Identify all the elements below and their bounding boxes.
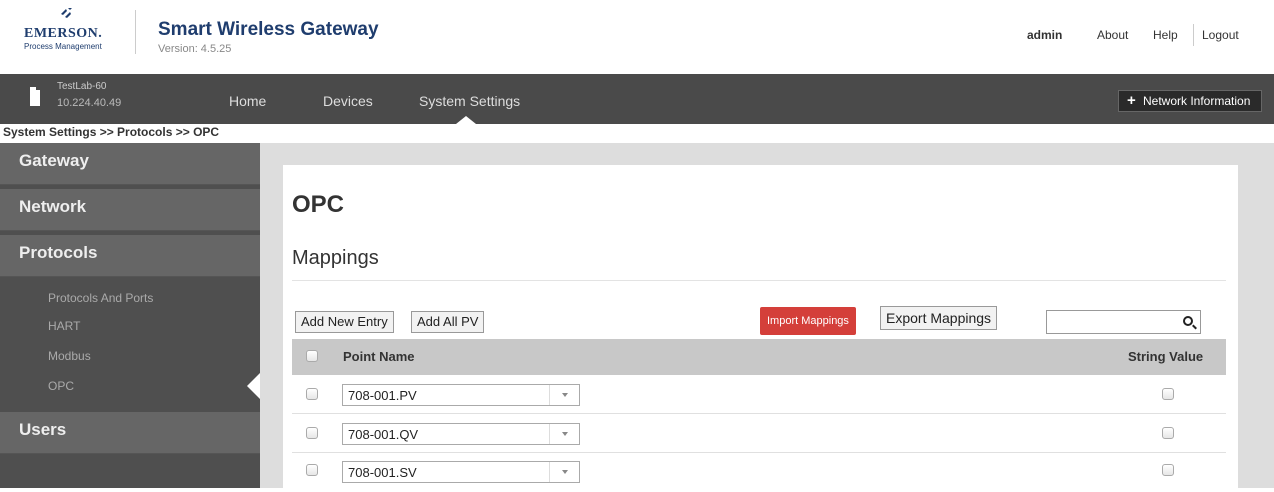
header-link-separator <box>1193 24 1194 46</box>
column-string-value: String Value <box>1128 349 1204 364</box>
app-version: Version: 4.5.25 <box>158 43 232 55</box>
sidebar-section-label: Users <box>19 420 67 439</box>
page-title: OPC <box>292 191 345 218</box>
emerson-logo-icon <box>61 8 72 18</box>
export-mappings-button[interactable]: Export Mappings <box>880 306 998 330</box>
logout-link[interactable]: Logout <box>1202 28 1239 42</box>
sidebar-section-protocols[interactable]: Protocols <box>0 235 260 277</box>
sidebar-active-indicator <box>247 372 261 400</box>
nav-system-settings[interactable]: System Settings <box>419 93 520 109</box>
sidebar-section-network[interactable]: Network <box>0 189 260 231</box>
select-all-checkbox[interactable] <box>306 350 318 362</box>
search-icon[interactable] <box>1183 316 1193 326</box>
point-name-select[interactable]: 708-001.PV <box>342 384 580 406</box>
network-information-button[interactable]: + Network Information <box>1118 90 1262 112</box>
sidebar-section-users[interactable]: Users <box>0 412 260 454</box>
row-select-checkbox[interactable] <box>306 464 318 476</box>
string-value-checkbox[interactable] <box>1162 464 1174 476</box>
current-user: admin <box>1027 28 1063 42</box>
point-name-select[interactable]: 708-001.QV <box>342 423 580 445</box>
row-select-checkbox[interactable] <box>306 388 318 400</box>
emerson-logo: EMERSON. Process Management <box>24 6 124 56</box>
chevron-down-icon <box>549 462 579 482</box>
gateway-info[interactable]: TestLab-60 10.224.40.49 <box>0 74 210 124</box>
search-input[interactable] <box>1046 310 1201 334</box>
network-information-label: Network Information <box>1143 94 1251 108</box>
sidebar-item-protocols-and-ports[interactable]: Protocols And Ports <box>48 291 153 305</box>
gateway-device-icon <box>30 87 40 106</box>
logo-subtext: Process Management <box>24 42 102 51</box>
import-mappings-button[interactable]: Import Mappings <box>760 307 856 335</box>
sidebar-item-hart[interactable]: HART <box>48 319 80 333</box>
header-divider <box>135 10 136 54</box>
chevron-down-icon <box>549 424 579 444</box>
table-row: 708-001.PV <box>292 376 1226 414</box>
string-value-checkbox[interactable] <box>1162 388 1174 400</box>
string-value-checkbox[interactable] <box>1162 427 1174 439</box>
about-link[interactable]: About <box>1097 28 1128 42</box>
point-name-value: 708-001.PV <box>348 388 417 403</box>
sidebar-section-label: Protocols <box>19 243 98 262</box>
logo-text: EMERSON. <box>24 26 103 41</box>
gateway-name: TestLab-60 <box>57 81 107 92</box>
sidebar-item-modbus[interactable]: Modbus <box>48 349 91 363</box>
section-divider <box>292 280 1226 281</box>
add-new-entry-button[interactable]: Add New Entry <box>295 311 394 333</box>
gateway-ip: 10.224.40.49 <box>57 97 122 109</box>
sidebar-section-label: Gateway <box>19 151 89 170</box>
add-all-pv-button[interactable]: Add All PV <box>411 311 485 333</box>
chevron-down-icon <box>549 385 579 405</box>
sidebar: Gateway Network Protocols Protocols And … <box>0 143 260 488</box>
main-navbar: TestLab-60 10.224.40.49 Home Devices Sys… <box>0 74 1274 124</box>
point-name-select[interactable]: 708-001.SV <box>342 461 580 483</box>
sidebar-item-opc[interactable]: OPC <box>48 379 74 393</box>
sidebar-section-label: Network <box>19 197 87 216</box>
table-row: 708-001.QV <box>292 415 1226 453</box>
column-point-name: Point Name <box>343 349 415 364</box>
point-name-value: 708-001.SV <box>348 465 417 480</box>
breadcrumb: System Settings >> Protocols >> OPC <box>3 125 220 139</box>
table-row: 708-001.SV <box>292 454 1226 492</box>
section-title: Mappings <box>292 247 379 269</box>
row-select-checkbox[interactable] <box>306 427 318 439</box>
nav-home[interactable]: Home <box>229 93 266 109</box>
active-nav-indicator <box>456 116 476 124</box>
help-link[interactable]: Help <box>1153 28 1178 42</box>
table-header: Point Name String Value <box>292 339 1226 375</box>
plus-icon: + <box>1127 92 1136 109</box>
app-header: EMERSON. Process Management Smart Wirele… <box>0 0 1274 74</box>
point-name-value: 708-001.QV <box>348 427 419 442</box>
app-title: Smart Wireless Gateway <box>158 19 379 40</box>
sidebar-section-gateway[interactable]: Gateway <box>0 143 260 185</box>
nav-devices[interactable]: Devices <box>323 93 373 109</box>
